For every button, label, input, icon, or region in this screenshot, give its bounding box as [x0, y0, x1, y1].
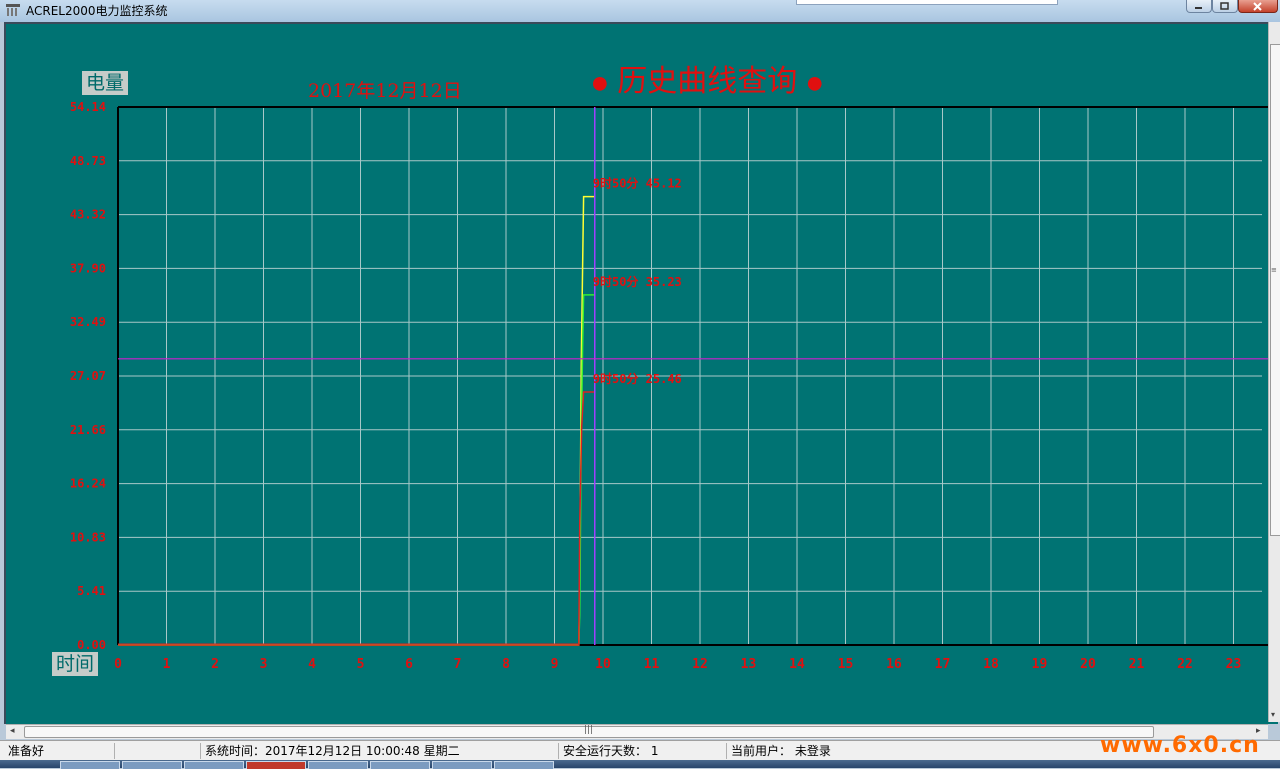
status-bar: 准备好 系统时间：2017年12月12日 10:00:48 星期二 安全运行天数…	[0, 740, 1280, 761]
y-tick-label: 27.07	[70, 369, 106, 383]
scroll-left-icon[interactable]: ◂	[10, 726, 15, 736]
x-tick-label: 18	[983, 657, 999, 672]
x-tick-label: 0	[114, 657, 122, 672]
history-curve-chart: 0.005.4110.8316.2421.6627.0732.4937.9043…	[70, 100, 1268, 672]
y-tick-label: 16.24	[70, 477, 106, 491]
x-tick-label: 21	[1129, 657, 1145, 672]
title-bullet-icon: ●	[592, 72, 608, 94]
y-tick-label: 5.41	[77, 584, 106, 598]
grip-icon: |||	[584, 725, 594, 735]
x-tick-label: 5	[357, 657, 365, 672]
chart-title-text: 历史曲线查询	[617, 64, 798, 99]
x-tick-label: 17	[935, 657, 951, 672]
value-annotation: 9时50分 25.46	[593, 371, 682, 386]
x-tick-label: 14	[789, 657, 805, 672]
x-tick-label: 15	[838, 657, 854, 672]
title-bullet-icon: ●	[806, 72, 823, 94]
status-current-user: 当前用户： 未登录	[726, 743, 831, 759]
x-tick-label: 4	[308, 657, 316, 672]
x-axis-label: 时间	[52, 652, 99, 676]
series-line-1	[118, 294, 595, 646]
x-tick-label: 7	[454, 657, 462, 672]
value-annotation: 9时50分 35.23	[593, 274, 682, 289]
y-tick-label: 48.73	[70, 154, 106, 168]
vertical-scrollbar[interactable]: ≡ ▾	[1268, 22, 1280, 722]
x-tick-label: 3	[260, 657, 268, 672]
x-tick-label: 16	[886, 657, 902, 672]
vertical-scroll-thumb[interactable]	[1270, 44, 1280, 536]
x-tick-label: 6	[405, 657, 413, 672]
value-annotation: 9时50分 45.12	[593, 176, 682, 191]
status-safe-days: 安全运行天数： 1	[558, 743, 658, 759]
status-empty	[114, 743, 199, 759]
chart-date: 2017年12月12日	[308, 80, 462, 102]
x-tick-label: 19	[1032, 657, 1048, 672]
watermark: www.6x0.cn	[1100, 733, 1260, 758]
x-tick-label: 22	[1177, 657, 1193, 672]
x-tick-label: 9	[551, 657, 559, 672]
horizontal-scrollbar[interactable]: ◂ ||| ▸	[6, 724, 1268, 739]
grip-icon: ≡	[1271, 266, 1277, 274]
scroll-down-icon[interactable]: ▾	[1271, 710, 1275, 719]
y-tick-label: 43.32	[70, 208, 106, 222]
x-tick-label: 11	[644, 657, 660, 672]
x-tick-label: 12	[692, 657, 708, 672]
chart-title: ● 历史曲线查询 ●	[592, 56, 823, 100]
status-system-time: 系统时间：2017年12月12日 10:00:48 星期二	[200, 743, 460, 759]
y-tick-label: 21.66	[70, 423, 106, 437]
y-tick-label: 0.00	[77, 638, 106, 652]
y-tick-label: 10.83	[70, 530, 106, 544]
x-tick-label: 20	[1080, 657, 1096, 672]
y-tick-label: 37.90	[70, 261, 106, 275]
x-tick-label: 23	[1226, 657, 1242, 672]
x-tick-label: 10	[595, 657, 611, 672]
x-tick-label: 8	[502, 657, 510, 672]
y-axis-label: 电量	[82, 71, 129, 95]
series-line-0	[118, 195, 595, 646]
x-tick-label: 2	[211, 657, 219, 672]
status-ready: 准备好	[8, 744, 45, 758]
y-tick-label: 32.49	[70, 315, 106, 329]
y-tick-label: 54.14	[70, 100, 106, 114]
x-tick-label: 1	[163, 657, 171, 672]
x-tick-label: 13	[741, 657, 757, 672]
